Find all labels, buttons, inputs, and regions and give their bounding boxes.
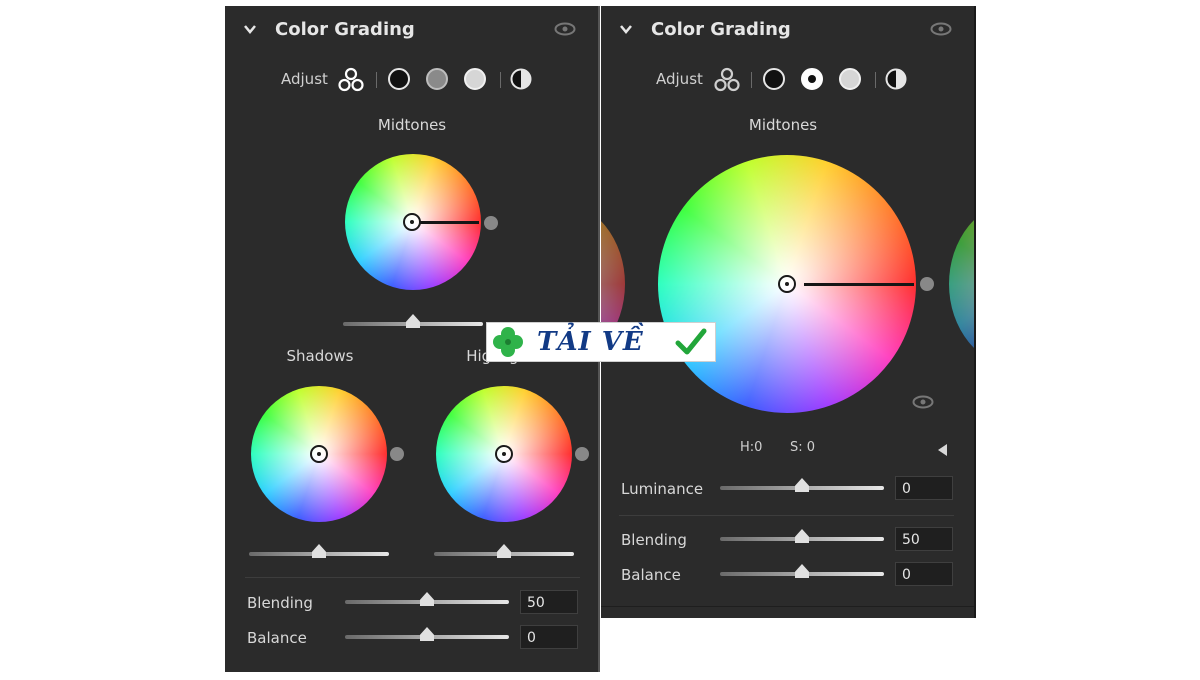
eye-icon[interactable] bbox=[930, 22, 952, 36]
luminance-label: Luminance bbox=[621, 480, 704, 498]
luminance-value-field[interactable]: 0 bbox=[895, 476, 953, 500]
highlights-hue-knob[interactable] bbox=[575, 447, 589, 461]
separator bbox=[751, 72, 752, 88]
blending-value-field[interactable]: 50 bbox=[520, 590, 578, 614]
shadows-mode-button[interactable] bbox=[763, 68, 785, 90]
balance-value-field[interactable]: 0 bbox=[520, 625, 578, 649]
shadows-mode-button[interactable] bbox=[388, 68, 410, 90]
divider bbox=[245, 577, 580, 578]
midtones-mode-button-selected[interactable] bbox=[801, 68, 823, 90]
highlights-color-wheel-peek[interactable] bbox=[949, 202, 974, 366]
blending-slider[interactable] bbox=[720, 537, 884, 541]
midtones-saturation-line bbox=[804, 283, 914, 286]
balance-slider[interactable] bbox=[720, 572, 884, 576]
shadows-luminance-slider[interactable] bbox=[249, 552, 389, 556]
highlights-wheel-handle[interactable] bbox=[495, 445, 513, 463]
panel-title: Color Grading bbox=[275, 19, 415, 40]
midtones-hue-knob[interactable] bbox=[484, 216, 498, 230]
adjust-label: Adjust bbox=[656, 70, 703, 88]
eye-icon[interactable] bbox=[554, 22, 576, 36]
blending-label: Blending bbox=[247, 594, 313, 612]
balance-label: Balance bbox=[621, 566, 681, 584]
adjust-row: Adjust bbox=[601, 62, 974, 96]
blending-label: Blending bbox=[621, 531, 687, 549]
midtones-mode-button[interactable] bbox=[426, 68, 448, 90]
three-way-icon[interactable] bbox=[713, 66, 741, 94]
balance-label: Balance bbox=[247, 629, 307, 647]
blending-slider[interactable] bbox=[345, 600, 509, 604]
shadows-hue-knob[interactable] bbox=[390, 447, 404, 461]
balance-slider[interactable] bbox=[345, 635, 509, 639]
color-grading-panel-right: Color Grading Adjust Midtones H:0 S: 0 L… bbox=[601, 6, 976, 618]
midtones-hue-knob[interactable] bbox=[920, 277, 934, 291]
midtones-label: Midtones bbox=[377, 116, 447, 134]
balance-value-field[interactable]: 0 bbox=[895, 562, 953, 586]
chevron-down-icon[interactable] bbox=[619, 22, 633, 36]
saturation-value[interactable]: 0 bbox=[807, 440, 815, 455]
shadows-wheel-handle[interactable] bbox=[310, 445, 328, 463]
divider bbox=[619, 515, 954, 516]
clover-icon bbox=[493, 327, 523, 357]
saturation-readout: S: 0 bbox=[790, 440, 815, 455]
adjust-row: Adjust bbox=[225, 62, 598, 96]
chevron-down-icon[interactable] bbox=[243, 22, 257, 36]
midtones-saturation-line bbox=[420, 221, 479, 224]
three-way-icon[interactable] bbox=[337, 66, 365, 94]
panel-header[interactable]: Color Grading bbox=[601, 6, 974, 54]
eye-icon[interactable] bbox=[912, 395, 934, 409]
hue-readout: H:0 bbox=[740, 440, 762, 455]
shadows-label: Shadows bbox=[286, 347, 354, 365]
highlights-mode-button[interactable] bbox=[839, 68, 861, 90]
panel-title: Color Grading bbox=[651, 19, 791, 40]
watermark-banner: TẢI VỀ bbox=[486, 322, 716, 362]
hue-value[interactable]: 0 bbox=[754, 440, 762, 455]
collapse-triangle-icon[interactable] bbox=[938, 444, 947, 456]
saturation-label: S: bbox=[790, 440, 803, 455]
highlights-mode-button[interactable] bbox=[464, 68, 486, 90]
midtones-luminance-slider[interactable] bbox=[343, 322, 483, 326]
hue-label: H: bbox=[740, 440, 755, 455]
midtones-label: Midtones bbox=[748, 116, 818, 134]
separator bbox=[875, 72, 876, 88]
check-icon bbox=[675, 328, 707, 355]
luminance-slider[interactable] bbox=[720, 486, 884, 490]
blending-value-field[interactable]: 50 bbox=[895, 527, 953, 551]
midtones-wheel-handle[interactable] bbox=[778, 275, 796, 293]
global-mode-icon[interactable] bbox=[885, 68, 907, 90]
divider bbox=[601, 606, 974, 607]
adjust-label: Adjust bbox=[281, 70, 328, 88]
watermark-text: TẢI VỀ bbox=[537, 327, 644, 357]
panel-header[interactable]: Color Grading bbox=[225, 6, 598, 54]
midtones-wheel-handle[interactable] bbox=[403, 213, 421, 231]
highlights-luminance-slider[interactable] bbox=[434, 552, 574, 556]
separator bbox=[500, 72, 501, 88]
global-mode-icon[interactable] bbox=[510, 68, 532, 90]
separator bbox=[376, 72, 377, 88]
